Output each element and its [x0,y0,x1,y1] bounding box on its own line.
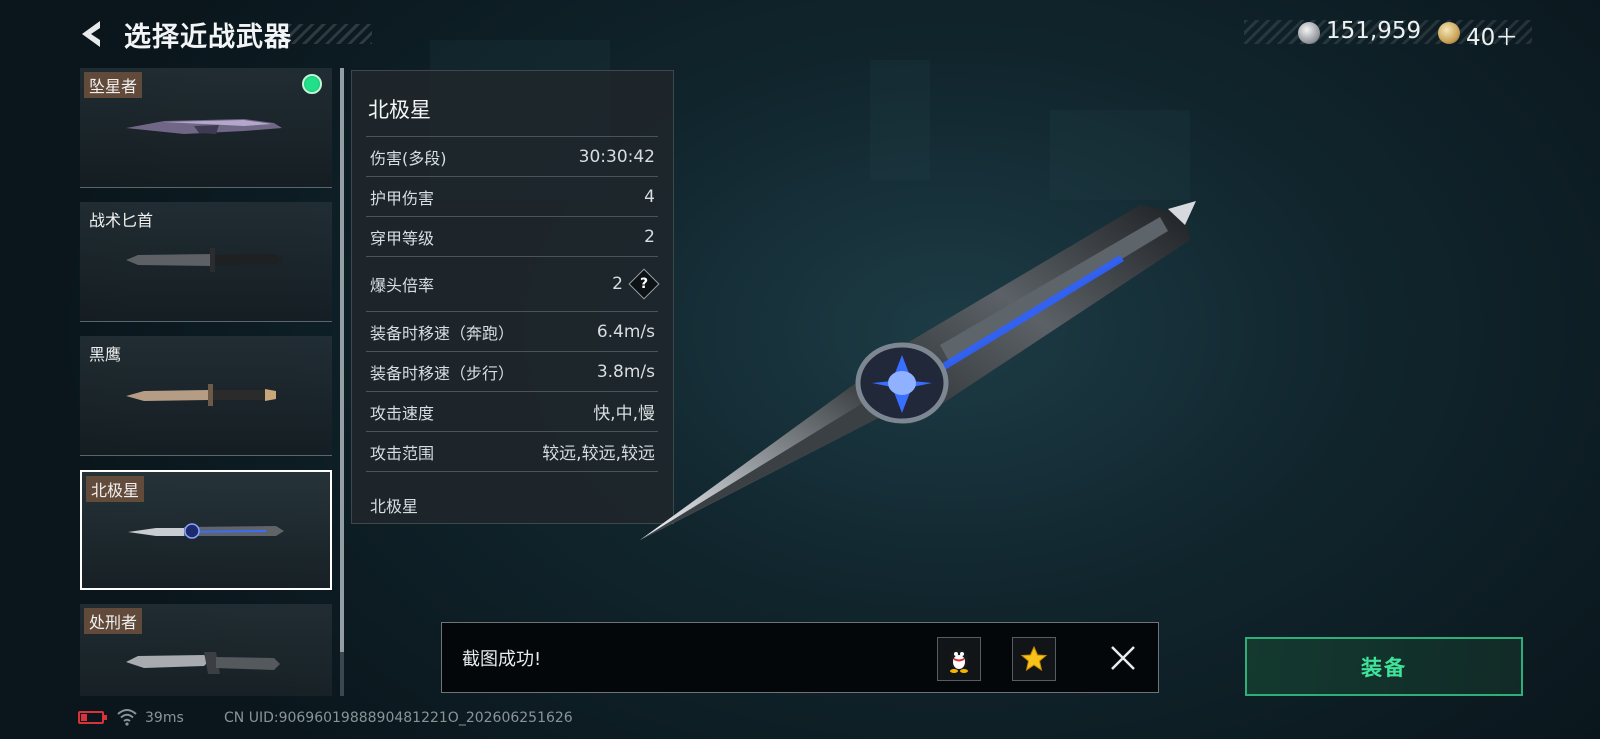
share-qq-button[interactable] [937,637,981,681]
gold-currency-value[interactable]: 40＋ [1466,18,1518,52]
title-decoration [288,24,372,44]
stat-label: 伤害(多段) [370,148,447,168]
weapon-stats-title: 北极星 [368,98,431,122]
qq-penguin-icon [950,649,968,673]
stat-label: 攻击范围 [370,443,435,463]
weapon-name: 坠星者 [84,72,143,98]
weapon-card-beijixing[interactable]: 北极星 [80,470,332,590]
silver-coin-icon [1298,22,1320,44]
screenshot-toast: 截图成功! [441,622,1159,693]
stat-label: 攻击速度 [370,403,435,423]
stat-value: 2 [612,274,623,294]
weapon-list: 坠星者 战术匕首 黑鹰 北极星 处刑者 [80,68,332,696]
share-qzone-button[interactable] [1012,637,1056,681]
user-uid: CN UID:9069601988890481221O_202606251626 [224,710,573,726]
weapon-preview-image [640,201,1196,540]
stat-row-damage: 伤害(多段) 30:30:42 [366,136,658,176]
weapon-thumbnail [128,523,284,539]
weapon-card-zhuixingzhe[interactable]: 坠星者 [80,68,332,188]
toast-message: 截图成功! [462,649,542,670]
stat-row-headshot: 爆头倍率 2 ? [366,256,660,311]
close-toast-button[interactable] [1108,643,1138,673]
page-title: 选择近战武器 [124,22,292,53]
stat-divider [366,471,658,472]
equip-button[interactable]: 装备 [1245,637,1523,696]
background-panel [1050,110,1190,200]
stat-row-armor-damage: 护甲伤害 4 [366,176,658,216]
weapon-thumbnail [126,384,276,406]
equip-button-label: 装备 [1361,655,1407,680]
weapon-list-scroll-thumb[interactable] [340,68,344,652]
weapon-card-chuxingzhe[interactable]: 处刑者 [80,604,332,696]
close-icon [1111,646,1135,670]
weapon-name: 北极星 [86,476,145,502]
weapon-name: 处刑者 [84,608,143,634]
stat-row-run-speed: 装备时移速（奔跑） 6.4m/s [366,311,658,351]
stat-value: 30:30:42 [578,146,655,167]
weapon-stats-panel: 北极星 伤害(多段) 30:30:42 护甲伤害 4 穿甲等级 2 爆头倍率 2… [351,70,674,524]
stat-label: 护甲伤害 [370,188,435,208]
stat-row-penetration: 穿甲等级 2 [366,216,658,256]
network-ping: 39ms [145,710,184,726]
weapon-thumbnail [126,119,282,134]
weapon-thumbnail [126,652,280,674]
back-button[interactable] [74,16,110,52]
qzone-star-icon [1020,645,1048,672]
stat-label: 爆头倍率 [370,276,435,295]
equipped-indicator-icon [302,74,322,94]
weapon-name: 战术匕首 [89,211,154,230]
weapon-card-tactical-dagger[interactable]: 战术匕首 [80,202,332,322]
stat-row-walk-speed: 装备时移速（步行） 3.8m/s [366,351,658,391]
stat-label: 穿甲等级 [370,228,435,248]
background-panel [870,60,930,180]
stat-label: 装备时移速（步行） [370,363,515,383]
weapon-thumbnail [126,248,282,272]
stat-row-attack-range: 攻击范围 较远,较远,较远 [366,431,658,471]
back-arrow-icon [82,21,100,47]
battery-icon [78,711,107,724]
stat-value: 较远,较远,较远 [542,444,655,464]
stat-label: 装备时移速（奔跑） [370,323,515,343]
wifi-icon [117,709,137,726]
weapon-card-heiying[interactable]: 黑鹰 [80,336,332,456]
silver-currency-value: 151,959 [1326,18,1422,44]
stat-row-attack-speed: 攻击速度 快,中,慢 [366,391,658,431]
gold-coin-icon [1438,22,1460,44]
weapon-name: 黑鹰 [89,345,122,364]
weapon-description: 北极星 [370,497,419,516]
